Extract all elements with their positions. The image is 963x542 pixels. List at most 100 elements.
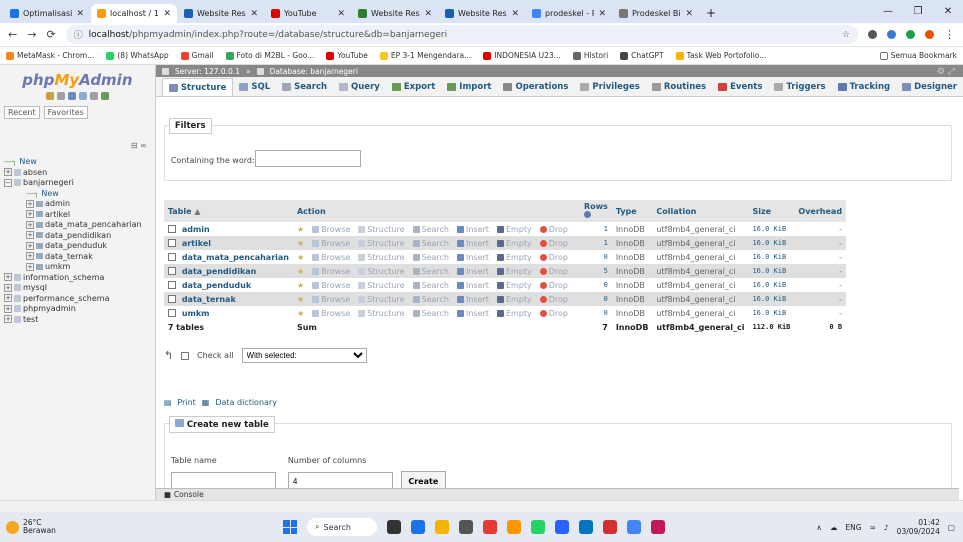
action-drop[interactable]: Drop <box>539 253 568 262</box>
app-icon[interactable] <box>483 520 497 534</box>
tab-close-icon[interactable]: ✕ <box>598 9 606 19</box>
action-empty[interactable]: Empty <box>496 225 532 234</box>
tab-routines[interactable]: Routines <box>646 78 712 96</box>
browser-tab[interactable]: Prodeskel Bina D ✕ <box>613 4 699 23</box>
action-browse[interactable]: Browse <box>312 253 350 262</box>
tree-item-db[interactable]: + mysql <box>4 283 142 294</box>
maximize-icon[interactable]: ❐ <box>903 0 933 23</box>
tray-expand-icon[interactable]: ∧ <box>816 523 822 532</box>
tab-close-icon[interactable]: ✕ <box>250 9 258 19</box>
header-size[interactable]: Size <box>748 200 795 222</box>
row-checkbox[interactable] <box>167 253 176 261</box>
action-search[interactable]: Search <box>412 253 449 262</box>
tab-tracking[interactable]: Tracking <box>832 78 897 96</box>
expand-icon[interactable]: + <box>26 231 34 239</box>
action-browse[interactable]: Browse <box>312 295 350 304</box>
action-drop[interactable]: Drop <box>539 309 568 318</box>
bookmark-item[interactable]: ChatGPT <box>620 51 664 60</box>
tab-close-icon[interactable]: ✕ <box>163 9 171 19</box>
bookmark-item[interactable]: (8) WhatsApp <box>106 51 169 60</box>
action-structure[interactable]: Structure <box>358 295 405 304</box>
weather-widget[interactable]: 26°C Berawan <box>6 519 56 535</box>
action-search[interactable]: Search <box>412 239 449 248</box>
header-table[interactable]: Table <box>168 207 192 216</box>
favorite-tables-tab[interactable]: Favorites <box>43 106 88 119</box>
row-checkbox[interactable] <box>167 239 176 247</box>
docs-sql-icon[interactable] <box>78 92 87 100</box>
tree-item-table[interactable]: + data_mata_pencaharian <box>4 220 142 231</box>
tab-export[interactable]: Export <box>386 78 441 96</box>
tab-privileges[interactable]: Privileges <box>574 78 645 96</box>
action-browse[interactable]: Browse <box>312 309 350 318</box>
tab-close-icon[interactable]: ✕ <box>337 9 345 19</box>
bookmark-item[interactable]: Foto di M2BL - Goo... <box>225 51 314 60</box>
tree-item-table[interactable]: + admin <box>4 199 142 210</box>
browser-tab[interactable]: Website Resmi D ✕ <box>178 4 264 23</box>
favorite-star-icon[interactable]: ★ <box>297 295 304 304</box>
chrome-icon[interactable] <box>627 520 641 534</box>
back-icon[interactable]: ← <box>8 28 17 41</box>
bookmark-item[interactable]: Task Web Portofolio... <box>675 51 766 60</box>
tab-close-icon[interactable]: ✕ <box>511 9 519 19</box>
app-icon[interactable] <box>651 520 665 534</box>
header-type[interactable]: Type <box>611 200 653 222</box>
action-drop[interactable]: Drop <box>539 295 568 304</box>
file-explorer-icon[interactable] <box>435 520 449 534</box>
site-info-icon[interactable]: ⓘ <box>74 28 83 41</box>
table-name-link[interactable]: artikel <box>182 239 211 248</box>
table-size[interactable]: 16.0 KiB <box>748 292 795 306</box>
favorite-star-icon[interactable]: ★ <box>297 281 304 290</box>
favorite-star-icon[interactable]: ★ <box>297 253 304 262</box>
url-input[interactable]: ⓘ localhost/phpmyadmin/index.php?route=/… <box>65 25 858 44</box>
notification-icon[interactable]: ▢ <box>948 523 955 532</box>
expand-icon[interactable]: + <box>26 241 34 250</box>
row-checkbox[interactable] <box>167 281 176 289</box>
browser-tab[interactable]: prodeskel - Pen✕ <box>526 4 612 23</box>
tab-close-icon[interactable]: ✕ <box>424 9 432 19</box>
tree-item-db[interactable]: + absen <box>4 168 142 179</box>
table-name-link[interactable]: umkm <box>182 309 210 318</box>
breadcrumb-server[interactable]: Server: 127.0.0.1 <box>175 67 240 76</box>
table-name-cell[interactable]: artikel <box>163 236 293 250</box>
tree-item-db[interactable]: + performance_schema <box>4 294 142 305</box>
action-browse[interactable]: Browse <box>312 225 350 234</box>
expand-icon[interactable]: + <box>26 252 34 260</box>
app-icon[interactable] <box>603 520 617 534</box>
header-overhead[interactable]: Overhead <box>794 200 847 222</box>
forward-icon[interactable]: → <box>27 28 36 41</box>
check-all-label[interactable]: Check all <box>197 351 234 360</box>
all-bookmarks[interactable]: Semua Bookmark <box>879 51 957 60</box>
profile-avatar[interactable] <box>925 30 934 39</box>
table-name-cell[interactable]: data_mata_pencaharian <box>164 250 293 264</box>
action-drop[interactable]: Drop <box>539 225 568 234</box>
action-insert[interactable]: Insert <box>457 281 489 290</box>
action-search[interactable]: Search <box>412 225 449 234</box>
action-empty[interactable]: Empty <box>496 295 532 304</box>
table-name-cell[interactable]: data_ternak <box>163 292 293 306</box>
header-rows[interactable]: Rows <box>584 202 608 211</box>
breadcrumb-database[interactable]: Database: banjarnegeri <box>270 67 358 76</box>
action-insert[interactable]: Insert <box>457 309 489 318</box>
wifi-icon[interactable]: ≈ <box>870 523 876 532</box>
row-checkbox[interactable] <box>167 267 176 275</box>
action-empty[interactable]: Empty <box>496 309 532 318</box>
logout-icon[interactable] <box>56 92 65 100</box>
action-drop[interactable]: Drop <box>539 281 568 290</box>
app-icon[interactable] <box>579 520 593 534</box>
windows-start-icon[interactable] <box>283 520 297 534</box>
expand-icon[interactable]: + <box>26 210 34 218</box>
table-name-link[interactable]: data_pendidikan <box>182 267 257 276</box>
action-drop[interactable]: Drop <box>539 239 568 248</box>
app-icon[interactable] <box>411 520 425 534</box>
row-checkbox[interactable] <box>167 295 176 303</box>
table-name-link[interactable]: admin <box>182 225 210 234</box>
console-bar[interactable]: ■ Console <box>155 488 959 500</box>
table-name-link[interactable]: data_penduduk <box>182 281 251 290</box>
extension-icon[interactable] <box>868 30 877 39</box>
tree-item-new[interactable]: —┐ New <box>4 189 142 200</box>
home-icon[interactable] <box>45 92 54 100</box>
taskbar-search[interactable]: ⌕ Search <box>307 518 377 536</box>
action-structure[interactable]: Structure <box>358 281 405 290</box>
table-name-cell[interactable]: data_pendidikan <box>163 264 293 278</box>
tab-sql[interactable]: SQL <box>233 78 276 96</box>
